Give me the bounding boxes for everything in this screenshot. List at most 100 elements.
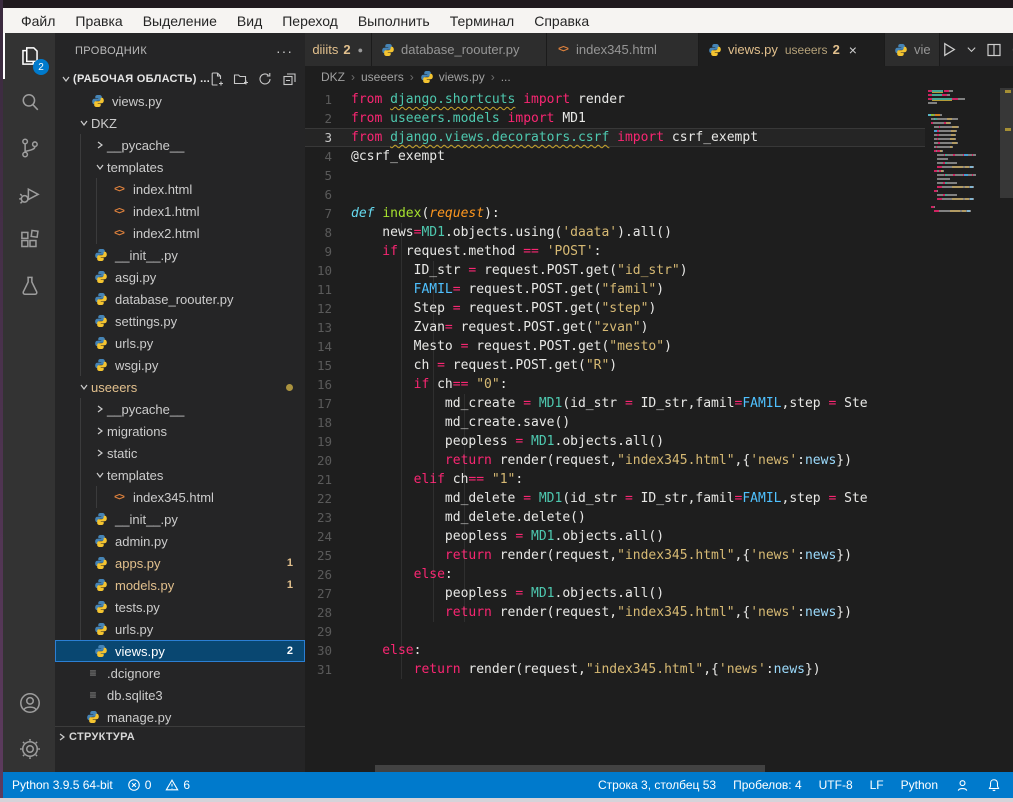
- menu-item[interactable]: Терминал: [440, 11, 524, 31]
- modified-dot-icon[interactable]: ●: [358, 45, 363, 55]
- code-text: from django.views.decorators.csrf import…: [351, 128, 758, 147]
- tree-item-apps-py[interactable]: apps.py1: [55, 552, 305, 574]
- tab-index345-html[interactable]: <>index345.html: [547, 33, 699, 66]
- code-text: peopless = MD1.objects.all(): [351, 527, 664, 546]
- tree-item-admin-py[interactable]: admin.py: [55, 530, 305, 552]
- status-item[interactable]: UTF-8: [819, 778, 853, 792]
- horizontal-scrollbar[interactable]: [375, 765, 765, 772]
- testing-icon[interactable]: [3, 263, 55, 309]
- line-number: 7: [305, 204, 351, 223]
- status-item-error[interactable]: 0: [127, 778, 152, 792]
- menu-item[interactable]: Файл: [11, 11, 65, 31]
- account-icon[interactable]: [3, 680, 55, 726]
- menu-item[interactable]: Правка: [65, 11, 132, 31]
- explorer-icon[interactable]: 2: [3, 33, 55, 79]
- tree-item-index-html[interactable]: <>index.html: [55, 178, 305, 200]
- code-text: elif ch== "1":: [351, 470, 523, 489]
- menu-item[interactable]: Выделение: [133, 11, 227, 31]
- vertical-scrollbar[interactable]: [1000, 88, 1013, 198]
- tree-item--pycache-[interactable]: __pycache__: [55, 398, 305, 420]
- status-item-warning[interactable]: 6: [165, 778, 190, 792]
- tab-label: index345.html: [576, 42, 657, 57]
- tree-item-label: settings.py: [115, 314, 177, 329]
- tab-label: views.py: [728, 42, 778, 57]
- new-file-icon[interactable]: [209, 71, 225, 87]
- menu-item[interactable]: Вид: [227, 11, 272, 31]
- tree-item-label: templates: [107, 468, 163, 483]
- tree-item-manage-py[interactable]: manage.py: [55, 706, 305, 728]
- tree-item-label: .dcignore: [107, 666, 160, 681]
- extensions-icon[interactable]: [3, 217, 55, 263]
- breadcrumb-item[interactable]: DKZ: [321, 70, 345, 84]
- source-control-icon[interactable]: [3, 125, 55, 171]
- tree-item--init-py[interactable]: __init__.py: [55, 244, 305, 266]
- tree-item-useeers[interactable]: useeers: [55, 376, 305, 398]
- tree-item-urls-py[interactable]: urls.py: [55, 618, 305, 640]
- menu-item[interactable]: Справка: [524, 11, 599, 31]
- menu-item[interactable]: Выполнить: [348, 11, 440, 31]
- tree-item-database-roouter-py[interactable]: database_roouter.py: [55, 288, 305, 310]
- collapse-all-icon[interactable]: [281, 71, 297, 87]
- code-line-13: 13 Zvan= request.POST.get("zvan"): [305, 318, 925, 337]
- more-actions-icon[interactable]: ···: [276, 43, 293, 59]
- tree-item-settings-py[interactable]: settings.py: [55, 310, 305, 332]
- tree-item--pycache-[interactable]: __pycache__: [55, 134, 305, 156]
- tree-item-index2-html[interactable]: <>index2.html: [55, 222, 305, 244]
- code-lines[interactable]: 1from django.shortcuts import render2fro…: [305, 88, 925, 679]
- status-item-feedback[interactable]: [955, 778, 970, 793]
- tree-item-templates[interactable]: templates: [55, 464, 305, 486]
- code-line-25: 25 return render(request,"index345.html"…: [305, 546, 925, 565]
- run-python-file-icon[interactable]: [940, 41, 957, 58]
- chevron-down-icon: [93, 162, 107, 172]
- tab-views-py[interactable]: views.pyuseeers2×: [699, 33, 885, 66]
- tab-database-roouter-py[interactable]: database_roouter.py: [372, 33, 547, 66]
- menu-item[interactable]: Переход: [272, 11, 348, 31]
- tree-item-urls-py[interactable]: urls.py: [55, 332, 305, 354]
- code-line-18: 18 md_create.save(): [305, 413, 925, 432]
- tree-item-index345-html[interactable]: <>index345.html: [55, 486, 305, 508]
- status-item[interactable]: Python 3.9.5 64-bit: [12, 778, 113, 792]
- status-item[interactable]: Пробелов: 4: [733, 778, 802, 792]
- tree-item-index1-html[interactable]: <>index1.html: [55, 200, 305, 222]
- code-text: peopless = MD1.objects.all(): [351, 584, 664, 603]
- tree-item-views-py[interactable]: views.py2: [55, 640, 305, 662]
- status-item-bell[interactable]: [987, 778, 1001, 792]
- tree-item-static[interactable]: static: [55, 442, 305, 464]
- tree-item-views-py[interactable]: views.py: [55, 90, 305, 112]
- refresh-icon[interactable]: [257, 71, 273, 87]
- tab-vie[interactable]: vie: [885, 33, 940, 66]
- breadcrumb-item[interactable]: ...: [501, 70, 511, 84]
- outline-section-header[interactable]: СТРУКТУРА: [55, 726, 305, 746]
- tree-item-dkz[interactable]: DKZ: [55, 112, 305, 134]
- tree-item-label: index.html: [133, 182, 192, 197]
- minimap[interactable]: [928, 90, 1000, 250]
- chevron-right-icon: [55, 732, 69, 742]
- workspace-section-header[interactable]: (РАБОЧАЯ ОБЛАСТЬ) ...: [55, 68, 305, 90]
- code-line-21: 21 elif ch== "1":: [305, 470, 925, 489]
- split-editor-icon[interactable]: [986, 42, 1002, 58]
- new-folder-icon[interactable]: [233, 71, 249, 87]
- breadcrumb-item[interactable]: useeers: [361, 70, 404, 84]
- tree-item-asgi-py[interactable]: asgi.py: [55, 266, 305, 288]
- tree-item-models-py[interactable]: models.py1: [55, 574, 305, 596]
- status-item[interactable]: Python: [901, 778, 938, 792]
- breadcrumb-item[interactable]: views.py: [439, 70, 485, 84]
- tree-item-tests-py[interactable]: tests.py: [55, 596, 305, 618]
- tree-item-db-sqlite3[interactable]: ≡db.sqlite3: [55, 684, 305, 706]
- tree-item--init-py[interactable]: __init__.py: [55, 508, 305, 530]
- tree-item-templates[interactable]: templates: [55, 156, 305, 178]
- tree-item-migrations[interactable]: migrations: [55, 420, 305, 442]
- tree-item-wsgi-py[interactable]: wsgi.py: [55, 354, 305, 376]
- close-tab-icon[interactable]: ×: [849, 42, 857, 58]
- status-item[interactable]: Строка 3, столбец 53: [598, 778, 716, 792]
- chevron-right-icon: [93, 426, 107, 436]
- run-debug-icon[interactable]: [3, 171, 55, 217]
- settings-icon[interactable]: [3, 726, 55, 772]
- editor-group[interactable]: DKZ›useeers›views.py›... 1from django.sh…: [305, 66, 1013, 772]
- status-item[interactable]: LF: [870, 778, 884, 792]
- chevron-down-icon[interactable]: [966, 44, 977, 55]
- html-file-icon: <>: [111, 225, 127, 241]
- search-icon[interactable]: [3, 79, 55, 125]
- tab-diiits[interactable]: diiits2●: [305, 33, 372, 66]
- tree-item--dcignore[interactable]: ≡.dcignore: [55, 662, 305, 684]
